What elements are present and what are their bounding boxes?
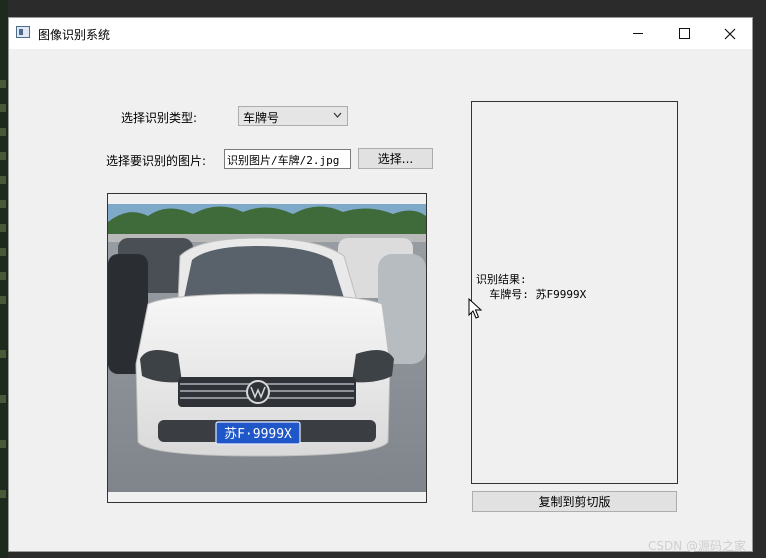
result-panel: 识别结果: 车牌号: 苏F9999X bbox=[471, 101, 678, 484]
recognition-type-select[interactable]: 车牌号 bbox=[238, 106, 348, 126]
app-window: 图像识别系统 选择识别类型: 车牌号 选择要识别的图片: 识别图片/车牌/2.j… bbox=[8, 17, 753, 552]
plate-text: 苏F·9999X bbox=[224, 426, 292, 442]
chevron-down-icon bbox=[333, 108, 342, 125]
minimize-button[interactable] bbox=[615, 18, 661, 49]
close-icon bbox=[724, 28, 736, 39]
app-window-icon bbox=[16, 26, 30, 38]
csdn-watermark: CSDN @源码之家 bbox=[648, 539, 747, 553]
result-heading: 识别结果: bbox=[476, 273, 527, 286]
type-label: 选择识别类型: bbox=[121, 111, 198, 125]
result-text: 识别结果: 车牌号: 苏F9999X bbox=[476, 272, 586, 302]
copy-to-clipboard-button[interactable]: 复制到剪切版 bbox=[472, 491, 677, 512]
image-path-input[interactable]: 识别图片/车牌/2.jpg bbox=[224, 149, 351, 169]
result-plate: 车牌号: 苏F9999X bbox=[489, 288, 587, 301]
title-bar[interactable]: 图像识别系统 bbox=[9, 18, 752, 49]
recognition-type-value: 车牌号 bbox=[243, 111, 280, 125]
minimize-icon bbox=[633, 33, 643, 34]
image-label: 选择要识别的图片: bbox=[106, 154, 207, 168]
image-preview: 苏F·9999X bbox=[107, 193, 427, 503]
image-path-value: 识别图片/车牌/2.jpg bbox=[227, 154, 340, 167]
car-photo: 苏F·9999X bbox=[108, 194, 426, 502]
choose-image-button[interactable]: 选择... bbox=[358, 148, 433, 169]
maximize-icon bbox=[678, 28, 690, 39]
mouse-pointer-icon bbox=[468, 298, 482, 319]
maximize-button[interactable] bbox=[661, 18, 707, 49]
close-button[interactable] bbox=[707, 18, 753, 49]
desktop-edge bbox=[0, 0, 8, 558]
window-title: 图像识别系统 bbox=[38, 28, 111, 42]
